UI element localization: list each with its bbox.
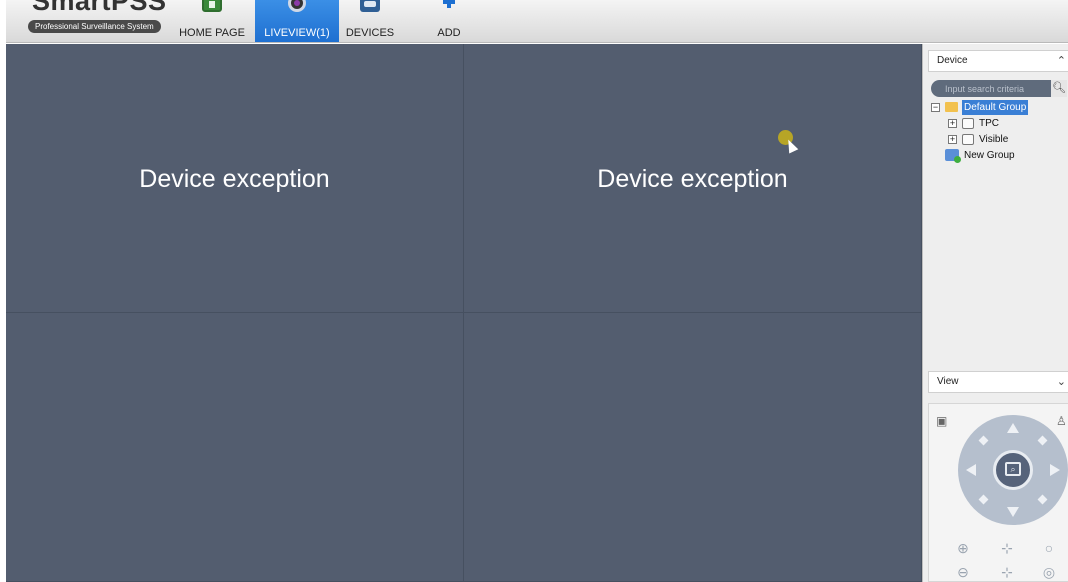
tab-liveview[interactable]: LIVEVIEW(1) bbox=[255, 0, 339, 42]
tab-devices[interactable]: DEVICES bbox=[342, 0, 398, 42]
new-group-icon bbox=[945, 149, 961, 163]
top-toolbar: SmartPSS Professional Surveillance Syste… bbox=[6, 0, 1068, 43]
liveview-icon bbox=[288, 0, 306, 12]
tree-item-label: New Group bbox=[964, 150, 1015, 161]
ptz-up-button[interactable] bbox=[1007, 423, 1019, 433]
ptz-direction-ring: ⌕ bbox=[958, 415, 1068, 525]
ptz-right-button[interactable] bbox=[1050, 464, 1060, 476]
video-pane[interactable] bbox=[464, 313, 922, 582]
tab-home-page[interactable]: HOME PAGE bbox=[176, 0, 248, 42]
video-pane[interactable]: Device exception bbox=[464, 44, 922, 313]
ptz-up-left-button[interactable] bbox=[978, 435, 989, 446]
app-logo-subtitle: Professional Surveillance System bbox=[28, 20, 161, 33]
grid-icon[interactable]: ▣ bbox=[936, 414, 947, 428]
zoom-area-icon: ⌕ bbox=[1005, 462, 1021, 476]
device-icon bbox=[962, 134, 974, 145]
search-icon[interactable]: 🔍︎ bbox=[1051, 80, 1067, 97]
tab-add-label: ADD bbox=[437, 27, 461, 39]
device-panel-title: Device bbox=[937, 55, 968, 66]
focus-icon[interactable]: ⊹ bbox=[999, 540, 1015, 556]
device-search-input[interactable] bbox=[931, 80, 1051, 97]
view-panel-title: View bbox=[937, 376, 959, 387]
video-grid: Device exception Device exception bbox=[6, 44, 922, 582]
right-side-panel: Device ⌃ 🔍︎ − Default Group + TPC + Visi… bbox=[922, 44, 1068, 582]
tree-item-label: TPC bbox=[979, 118, 999, 129]
device-panel-header[interactable]: Device ⌃ bbox=[928, 50, 1068, 72]
ptz-up-right-button[interactable] bbox=[1037, 435, 1048, 446]
tree-item-new-group[interactable]: New Group bbox=[931, 148, 1067, 163]
person-icon[interactable]: ♙ bbox=[1056, 414, 1067, 428]
view-panel-header[interactable]: View ⌄ bbox=[928, 371, 1068, 393]
tree-item-visible[interactable]: + Visible bbox=[931, 132, 1067, 147]
chevron-up-icon[interactable]: ⌃ bbox=[1057, 51, 1066, 71]
ptz-down-left-button[interactable] bbox=[978, 494, 989, 505]
tab-add[interactable]: ADD bbox=[424, 0, 474, 42]
home-icon bbox=[202, 0, 222, 12]
expand-toggle-icon[interactable]: + bbox=[948, 135, 957, 144]
chevron-down-icon[interactable]: ⌄ bbox=[1057, 372, 1066, 392]
ptz-down-right-button[interactable] bbox=[1037, 494, 1048, 505]
add-icon bbox=[439, 0, 459, 12]
tree-item-tpc[interactable]: + TPC bbox=[931, 116, 1067, 131]
devices-icon bbox=[360, 0, 380, 12]
ptz-center-button[interactable]: ⌕ bbox=[993, 450, 1033, 490]
tab-home-page-label: HOME PAGE bbox=[179, 27, 245, 39]
expand-toggle-icon[interactable]: + bbox=[948, 119, 957, 128]
collapse-toggle-icon[interactable]: − bbox=[931, 103, 940, 112]
pane-status-message: Device exception bbox=[597, 165, 788, 193]
pane-status-message: Device exception bbox=[139, 165, 330, 193]
zoom-icon[interactable]: ⊕ bbox=[955, 540, 971, 556]
focus-far-icon[interactable]: ⊹ bbox=[999, 564, 1015, 580]
zoom-out-icon[interactable]: ⊖ bbox=[955, 564, 971, 580]
tab-liveview-label: LIVEVIEW(1) bbox=[264, 27, 330, 39]
video-pane[interactable]: Device exception bbox=[6, 44, 464, 313]
iris-icon[interactable]: ○ bbox=[1041, 540, 1057, 556]
tree-item-label: Default Group bbox=[962, 100, 1029, 115]
app-window: SmartPSS Professional Surveillance Syste… bbox=[0, 0, 1068, 582]
ptz-left-button[interactable] bbox=[966, 464, 976, 476]
tree-item-label: Visible bbox=[979, 134, 1009, 145]
app-logo: SmartPSS bbox=[32, 0, 167, 16]
folder-icon bbox=[945, 102, 958, 112]
ptz-down-button[interactable] bbox=[1007, 507, 1019, 517]
iris-close-icon[interactable]: ◎ bbox=[1041, 564, 1057, 580]
video-pane[interactable] bbox=[6, 313, 464, 582]
device-icon bbox=[962, 118, 974, 129]
device-search: 🔍︎ bbox=[931, 80, 1067, 97]
tab-devices-label: DEVICES bbox=[345, 27, 395, 39]
ptz-control: ▣ ♙ ⌕ ⊕ ⊹ ○ ⊖ ⊹ ◎ bbox=[928, 403, 1068, 582]
tree-item-default-group[interactable]: − Default Group bbox=[931, 100, 1067, 115]
